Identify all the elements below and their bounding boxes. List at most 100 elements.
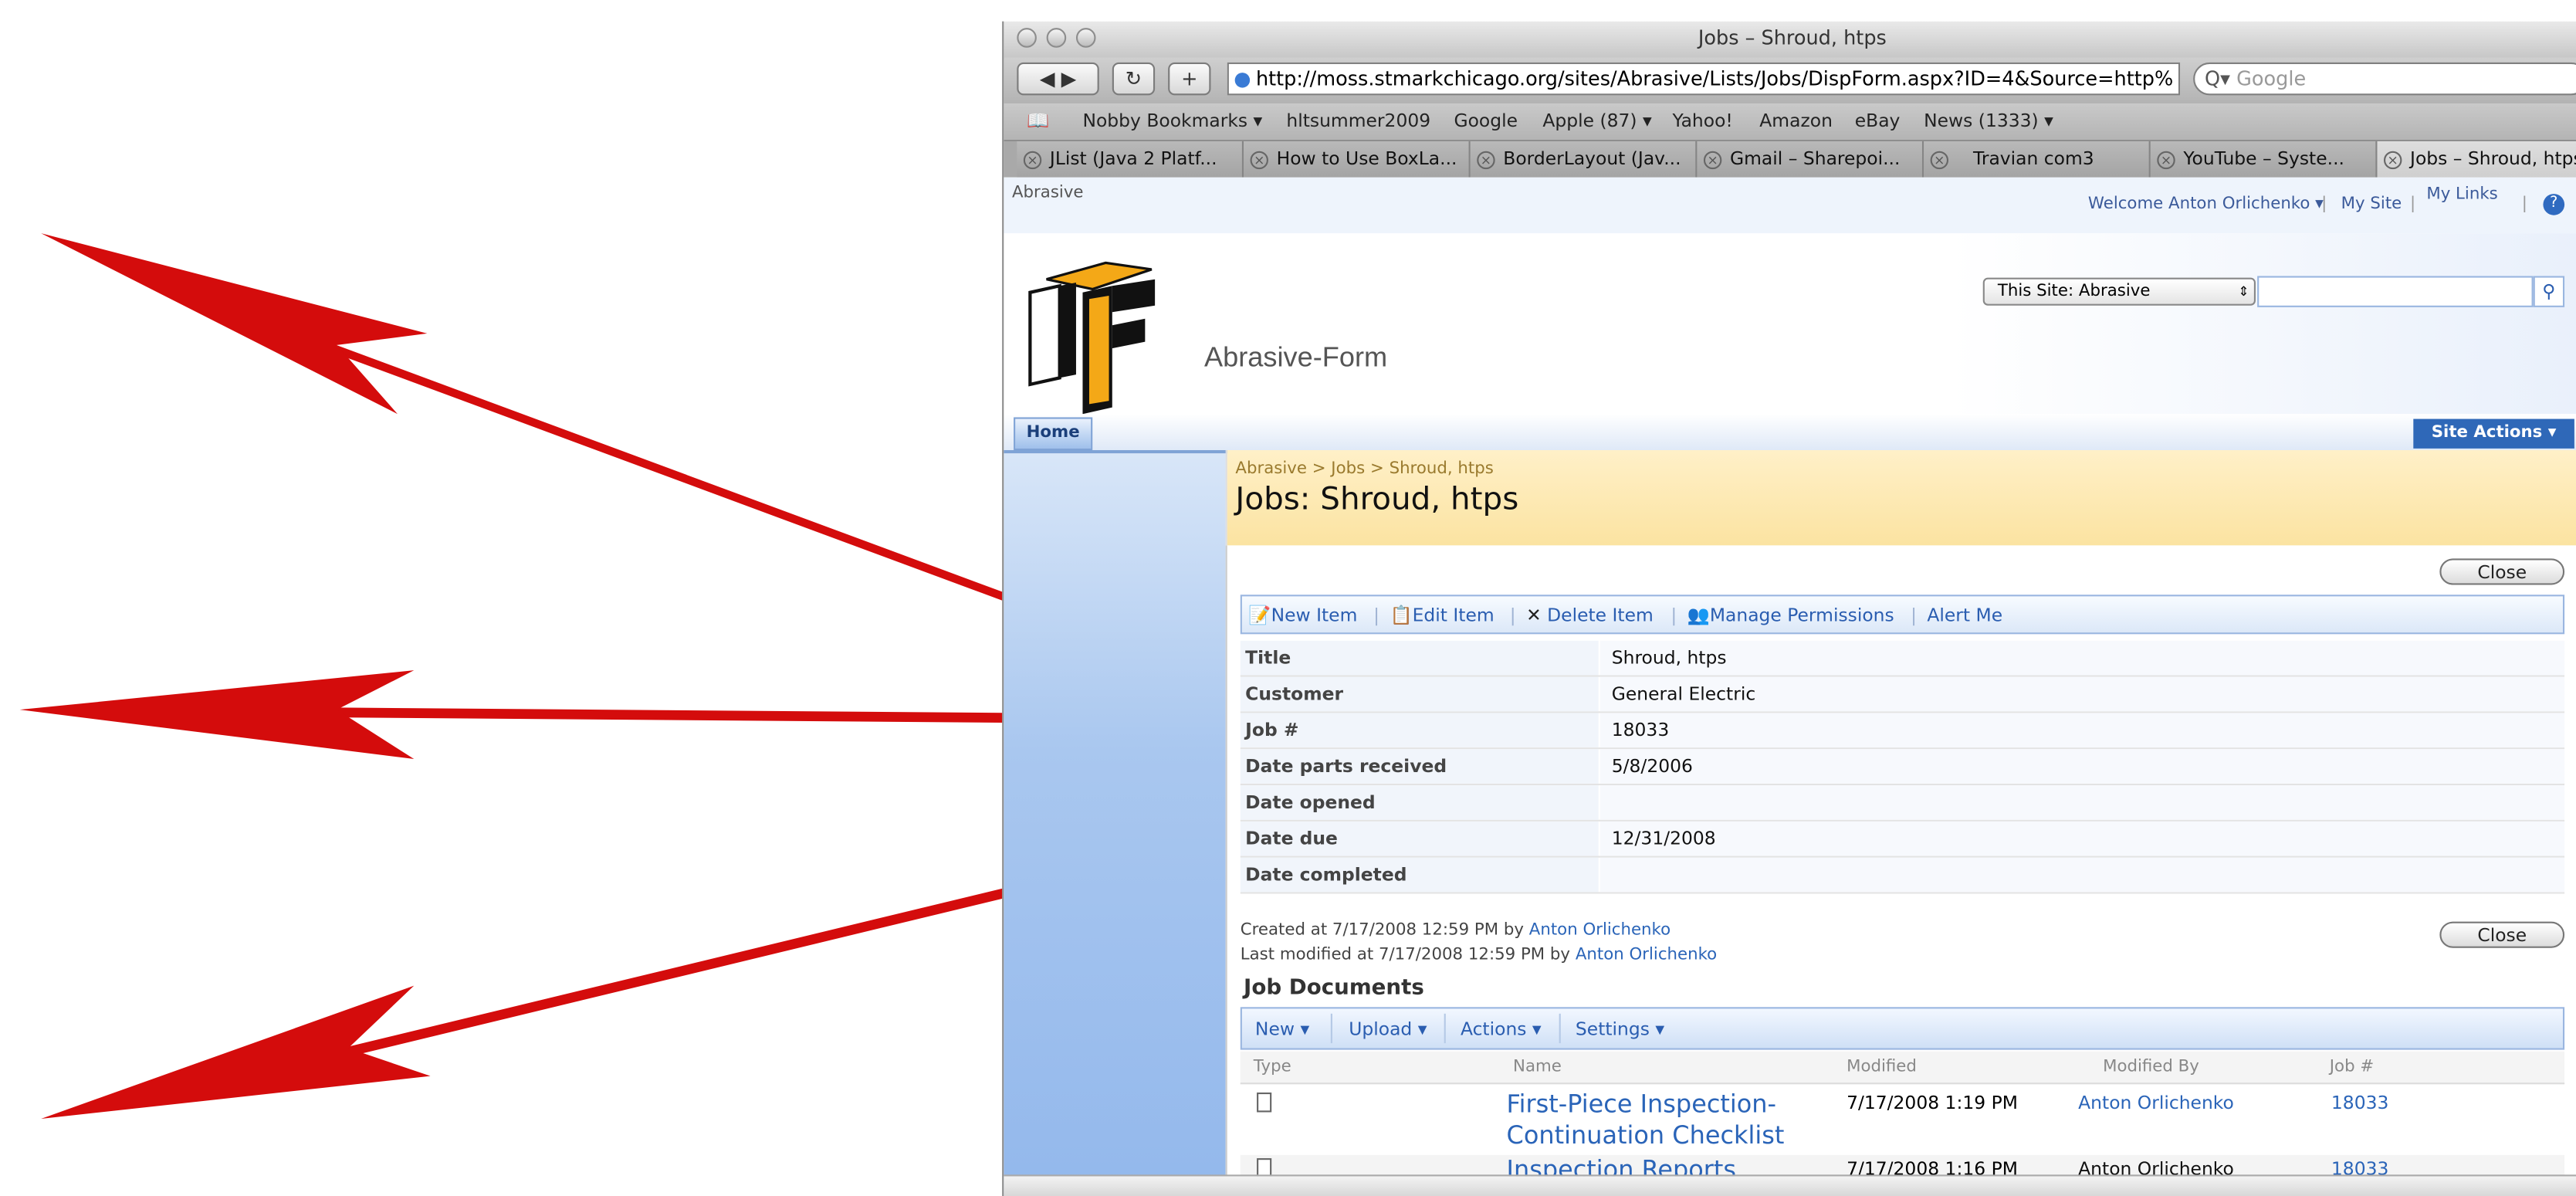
bookmark-item[interactable]: Amazon bbox=[1759, 110, 1833, 132]
welcome-menu[interactable]: Welcome Anton Orlichenko ▾ bbox=[2088, 195, 2324, 213]
customer-link[interactable]: General Electric bbox=[1599, 676, 2565, 712]
search-scope-select[interactable]: This Site: Abrasive ⇕ bbox=[1982, 277, 2256, 306]
delete-item-button[interactable]: ✕ Delete Item bbox=[1526, 605, 1654, 626]
close-tab-icon[interactable]: × bbox=[1250, 150, 1268, 169]
search-go-icon[interactable]: ⚲ bbox=[2533, 276, 2565, 307]
bookmark-item[interactable]: Yahoo! bbox=[1672, 110, 1732, 132]
site-title[interactable]: Abrasive-Form bbox=[1204, 342, 1387, 375]
display-form: Close 📝New Item | 📋Edit Item | ✕ Delete … bbox=[1225, 545, 2576, 1196]
my-site-link[interactable]: My Site bbox=[2341, 195, 2402, 213]
close-tab-icon[interactable]: × bbox=[1930, 150, 1949, 169]
close-tab-icon[interactable]: × bbox=[1023, 150, 1042, 169]
field-label: Date due bbox=[1240, 821, 1599, 856]
back-forward-button[interactable]: ◀ ▶ bbox=[1017, 62, 1099, 96]
bookmark-item[interactable]: Nobby Bookmarks ▾ bbox=[1082, 110, 1262, 132]
column-modified-by[interactable]: Modified By bbox=[2103, 1058, 2199, 1076]
close-tab-icon[interactable]: × bbox=[2157, 150, 2175, 169]
breadcrumb[interactable]: Abrasive > Jobs > Shroud, htps bbox=[1235, 460, 1493, 478]
browser-tab[interactable]: × JList (Java 2 Platf... bbox=[1017, 141, 1244, 178]
bookmark-item[interactable]: eBay bbox=[1855, 110, 1901, 132]
reload-icon[interactable]: ↻ bbox=[1112, 62, 1156, 96]
field-label: Job # bbox=[1240, 713, 1599, 748]
browser-tab[interactable]: × BorderLayout (Jav... bbox=[1470, 141, 1698, 178]
permissions-icon: 👥 bbox=[1687, 605, 1710, 626]
browser-tab[interactable]: × Gmail – Sharepoi... bbox=[1697, 141, 1924, 178]
field-value bbox=[1599, 857, 2565, 893]
edit-item-button[interactable]: 📋Edit Item bbox=[1390, 605, 1494, 626]
search-input[interactable]: Q▾ Google bbox=[2193, 62, 2576, 96]
left-navigation bbox=[1004, 453, 1226, 1196]
browser-tab[interactable]: × YouTube – Syste... bbox=[2150, 141, 2378, 178]
browser-toolbar: ◀ ▶ ↻ + ● http://moss.stmarkchicago.org/s… bbox=[1004, 57, 2576, 104]
field-label: Date completed bbox=[1240, 857, 1599, 893]
close-button-top[interactable]: Close bbox=[2439, 558, 2565, 585]
site-name-small[interactable]: Abrasive bbox=[1012, 184, 1084, 202]
close-tab-icon[interactable]: × bbox=[1703, 150, 1722, 169]
add-bookmark-icon[interactable]: + bbox=[1168, 62, 1211, 96]
field-value: 5/8/2006 bbox=[1599, 749, 2565, 784]
job-documents-heading: Job Documents bbox=[1244, 975, 1424, 1001]
bookmark-item[interactable]: News (1333) ▾ bbox=[1924, 110, 2053, 132]
modified-info: Last modified at 7/17/2008 12:59 PM by A… bbox=[1240, 946, 1718, 964]
documents-column-headers: Type Name Modified Modified By Job # bbox=[1240, 1051, 2565, 1085]
document-modified: 7/17/2008 1:19 PM bbox=[1847, 1092, 2018, 1114]
upload-menu[interactable]: Upload ▾ bbox=[1349, 1018, 1427, 1040]
browser-tab[interactable]: × Travian com3 bbox=[1924, 141, 2151, 178]
field-value: 12/31/2008 bbox=[1599, 821, 2565, 856]
my-links-menu[interactable]: My Links bbox=[2426, 185, 2497, 203]
settings-menu[interactable]: Settings ▾ bbox=[1576, 1018, 1664, 1040]
manage-permissions-button[interactable]: 👥Manage Permissions bbox=[1687, 605, 1894, 626]
actions-menu[interactable]: Actions ▾ bbox=[1461, 1018, 1542, 1040]
address-bar[interactable]: ● http://moss.stmarkchicago.org/sites/Abr… bbox=[1227, 62, 2181, 96]
browser-tab-active[interactable]: × Jobs – Shroud, htps bbox=[2377, 141, 2576, 178]
new-item-button[interactable]: 📝New Item bbox=[1248, 605, 1357, 626]
globe-icon: ● bbox=[1234, 67, 1251, 91]
documents-toolbar: New ▾ Upload ▾ Actions ▾ Settings ▾ bbox=[1240, 1007, 2565, 1050]
column-modified[interactable]: Modified bbox=[1847, 1058, 1917, 1076]
page-title-area: Abrasive > Jobs > Shroud, htps Jobs: Shr… bbox=[1225, 450, 2576, 546]
document-job-number[interactable]: 18033 bbox=[2331, 1093, 2388, 1114]
document-link[interactable]: First-Piece Inspection- Continuation Chec… bbox=[1507, 1089, 1785, 1152]
column-type[interactable]: Type bbox=[1254, 1058, 1291, 1076]
field-row-job-number: Job #18033 bbox=[1240, 713, 2565, 750]
bookmark-item[interactable]: Google bbox=[1454, 110, 1518, 132]
item-toolbar: 📝New Item | 📋Edit Item | ✕ Delete Item |… bbox=[1240, 595, 2565, 635]
url-text: http://moss.stmarkchicago.org/sites/Abra… bbox=[1255, 67, 2174, 91]
top-link-strip: Abrasive Welcome Anton Orlichenko ▾ | My… bbox=[1004, 177, 2576, 234]
bookmarks-bar: 📖 Nobby Bookmarks ▾ hltsummer2009 Google… bbox=[1004, 103, 2576, 141]
window-title: Jobs – Shroud, htps bbox=[1698, 26, 1887, 49]
bookmark-item[interactable]: Apple (87) ▾ bbox=[1542, 110, 1651, 132]
column-name[interactable]: Name bbox=[1513, 1058, 1562, 1076]
field-value bbox=[1599, 785, 2565, 820]
close-tab-icon[interactable]: × bbox=[1477, 150, 1495, 169]
field-row-date-due: Date due 12/31/2008 bbox=[1240, 821, 2565, 858]
close-tab-icon[interactable]: × bbox=[2384, 150, 2402, 169]
open-book-icon[interactable]: 📖 bbox=[1027, 110, 1049, 132]
bookmark-item[interactable]: hltsummer2009 bbox=[1286, 110, 1430, 132]
alert-me-button[interactable]: Alert Me bbox=[1927, 605, 2002, 626]
browser-tab[interactable]: × How to Use BoxLa... bbox=[1244, 141, 1471, 178]
modified-by-link[interactable]: Anton Orlichenko bbox=[1576, 947, 1717, 964]
created-by-link[interactable]: Anton Orlichenko bbox=[1529, 922, 1671, 940]
field-row-date-opened: Date opened bbox=[1240, 785, 2565, 822]
close-button-bottom[interactable]: Close bbox=[2439, 921, 2565, 948]
document-modified-by[interactable]: Anton Orlichenko bbox=[2078, 1093, 2234, 1114]
horizontal-scrollbar[interactable] bbox=[1004, 1174, 2576, 1196]
tab-home[interactable]: Home bbox=[1014, 417, 1093, 451]
search-icon: Q▾ bbox=[2205, 67, 2230, 91]
help-icon[interactable]: ? bbox=[2543, 194, 2565, 215]
field-label: Date parts received bbox=[1240, 749, 1599, 784]
site-search-input[interactable] bbox=[2257, 276, 2534, 307]
site-actions-menu[interactable]: Site Actions ▾ bbox=[2413, 418, 2574, 449]
search-scope-value: This Site: Abrasive bbox=[1997, 282, 2151, 301]
field-row-date-completed: Date completed bbox=[1240, 857, 2565, 894]
field-row-date-parts-received: Date parts received 5/8/2006 bbox=[1240, 749, 2565, 786]
field-label: Customer bbox=[1240, 676, 1599, 712]
document-icon bbox=[1257, 1092, 1272, 1113]
site-header: Abrasive-Form This Site: Abrasive ⇕ ⚲ bbox=[1004, 233, 2576, 415]
column-job-number[interactable]: Job # bbox=[2330, 1058, 2374, 1076]
created-info: Created at 7/17/2008 12:59 PM by Anton O… bbox=[1240, 921, 1671, 940]
new-menu[interactable]: New ▾ bbox=[1255, 1018, 1309, 1040]
abrasive-form-logo bbox=[1028, 261, 1156, 415]
sharepoint-page: Abrasive Welcome Anton Orlichenko ▾ | My… bbox=[1004, 177, 2576, 1196]
